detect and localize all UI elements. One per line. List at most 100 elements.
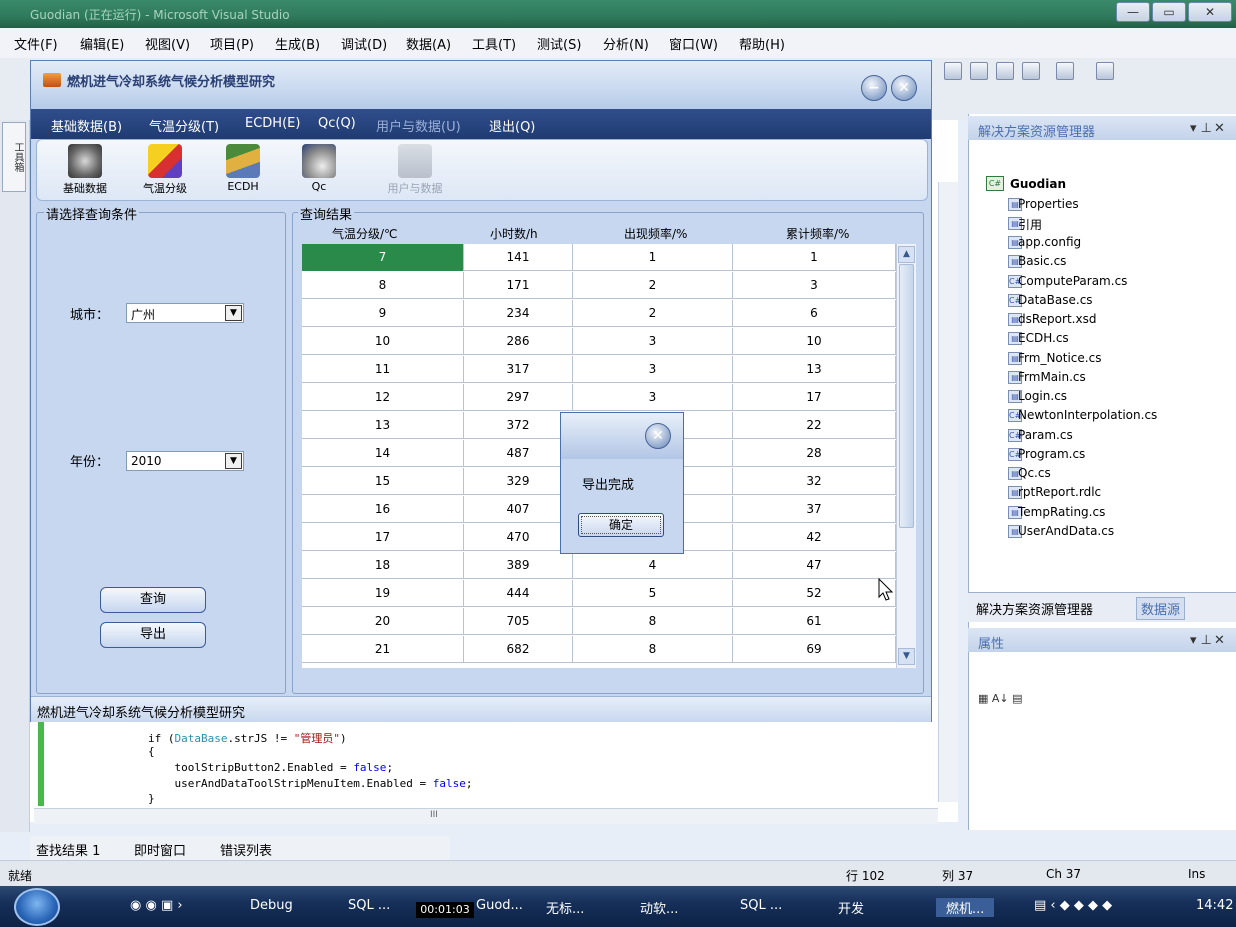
scroll-up-icon[interactable]: ▲ [898, 246, 915, 263]
tree-item[interactable]: app.config [1018, 235, 1081, 249]
table-cell[interactable]: 171 [464, 272, 573, 299]
tree-item[interactable]: FrmMain.cs [1018, 370, 1086, 384]
table-cell[interactable]: 15 [302, 468, 464, 495]
table-row[interactable]: 12 297 3 17 [302, 384, 896, 411]
tree-item[interactable]: Program.cs [1018, 447, 1085, 461]
table-cell[interactable]: 13 [302, 412, 464, 439]
table-cell[interactable]: 8 [573, 608, 733, 635]
tab-immediate[interactable]: 即时窗口 [134, 840, 186, 859]
tree-item[interactable]: UserAndData.cs [1018, 524, 1114, 538]
start-button[interactable] [14, 888, 60, 926]
menu-window[interactable]: 窗口(W) [669, 34, 718, 53]
year-select[interactable]: 2010 ▼ [126, 451, 244, 471]
table-cell[interactable]: 682 [464, 636, 573, 663]
menu-analyze[interactable]: 分析(N) [603, 34, 649, 53]
tool-basic-data[interactable]: 基础数据 [50, 142, 120, 200]
table-cell[interactable]: 407 [464, 496, 573, 523]
table-cell[interactable]: 487 [464, 440, 573, 467]
table-row[interactable]: 7 141 1 1 [302, 244, 896, 271]
export-button[interactable]: 导出 [100, 622, 206, 648]
table-row[interactable]: 20 705 8 61 [302, 608, 896, 635]
menu-edit[interactable]: 编辑(E) [80, 34, 124, 53]
col-frequency[interactable]: 出现频率/% [624, 225, 687, 242]
table-cell[interactable]: 28 [733, 440, 896, 467]
tool-temp-rating[interactable]: 气温分级 [130, 142, 200, 200]
table-cell[interactable]: 7 [302, 244, 464, 271]
table-cell[interactable]: 297 [464, 384, 573, 411]
table-cell[interactable]: 444 [464, 580, 573, 607]
dropdown-arrow-icon[interactable]: ▼ [225, 453, 242, 469]
menu-tools[interactable]: 工具(T) [472, 34, 516, 53]
editor-vertical-scrollbar[interactable] [938, 182, 958, 802]
tree-item[interactable]: Basic.cs [1018, 254, 1066, 268]
taskbar-item-active[interactable]: 燃机... [936, 898, 995, 917]
table-cell[interactable]: 10 [302, 328, 464, 355]
app-menu-basic-data[interactable]: 基础数据(B) [51, 116, 122, 135]
dialog-close-button[interactable]: ✕ [645, 423, 671, 449]
table-cell[interactable]: 3 [573, 328, 733, 355]
taskbar-item[interactable]: Debug [250, 898, 293, 913]
col-cumulative[interactable]: 累计频率/% [786, 225, 849, 242]
taskbar-item[interactable]: 无标... [546, 898, 584, 917]
tool-ecdh[interactable]: ECDH [208, 142, 278, 200]
toolbar-icon[interactable] [1056, 62, 1074, 80]
menu-file[interactable]: 文件(F) [14, 34, 58, 53]
table-cell[interactable]: 3 [573, 356, 733, 383]
table-cell[interactable]: 37 [733, 496, 896, 523]
table-cell[interactable]: 69 [733, 636, 896, 663]
taskbar-item[interactable]: 动软... [640, 898, 678, 917]
table-row[interactable]: 8 171 2 3 [302, 272, 896, 299]
taskbar-item[interactable]: Guod... [476, 898, 523, 913]
table-cell[interactable]: 42 [733, 524, 896, 551]
restore-button[interactable]: ▭ [1152, 2, 1186, 22]
table-cell[interactable]: 389 [464, 552, 573, 579]
app-menu-exit[interactable]: 退出(Q) [489, 116, 535, 135]
col-hours[interactable]: 小时数/h [490, 225, 538, 242]
tool-user-data[interactable]: 用户与数据 [380, 142, 450, 200]
tree-item[interactable]: ECDH.cs [1018, 331, 1069, 345]
table-cell[interactable]: 17 [302, 524, 464, 551]
table-cell[interactable]: 286 [464, 328, 573, 355]
table-cell[interactable]: 22 [733, 412, 896, 439]
table-cell[interactable]: 13 [733, 356, 896, 383]
table-cell[interactable]: 17 [733, 384, 896, 411]
pin-icon[interactable]: ▾ ⊥ [1190, 633, 1212, 648]
tree-item[interactable]: 引用 [1018, 216, 1042, 233]
minimize-button[interactable]: — [1116, 2, 1150, 22]
tree-item[interactable]: rptReport.rdlc [1018, 485, 1101, 499]
table-row[interactable]: 11 317 3 13 [302, 356, 896, 383]
table-cell[interactable]: 234 [464, 300, 573, 327]
ok-button[interactable]: 确定 [578, 513, 664, 537]
table-cell[interactable]: 12 [302, 384, 464, 411]
menu-build[interactable]: 生成(B) [275, 34, 320, 53]
app-menu-qc[interactable]: Qc(Q) [318, 116, 356, 131]
scroll-down-icon[interactable]: ▼ [898, 648, 915, 665]
table-cell[interactable]: 16 [302, 496, 464, 523]
menu-test[interactable]: 测试(S) [537, 34, 581, 53]
table-cell[interactable]: 5 [573, 580, 733, 607]
table-row[interactable]: 10 286 3 10 [302, 328, 896, 355]
tree-item[interactable]: dsReport.xsd [1018, 312, 1096, 326]
table-cell[interactable]: 372 [464, 412, 573, 439]
menu-project[interactable]: 项目(P) [210, 34, 254, 53]
scroll-thumb[interactable] [899, 264, 914, 528]
app-menu-ecdh[interactable]: ECDH(E) [245, 116, 300, 131]
close-button[interactable]: ✕ [1188, 2, 1232, 22]
table-cell[interactable]: 329 [464, 468, 573, 495]
quick-launch-icons[interactable]: ◉ ◉ ▣ › [130, 898, 183, 913]
tree-project[interactable]: Guodian [1010, 177, 1066, 191]
table-row[interactable]: 19 444 5 52 [302, 580, 896, 607]
dropdown-arrow-icon[interactable]: ▼ [225, 305, 242, 321]
city-select[interactable]: 广州 ▼ [126, 303, 244, 323]
table-cell[interactable]: 4 [573, 552, 733, 579]
table-cell[interactable]: 3 [573, 384, 733, 411]
tree-item[interactable]: DataBase.cs [1018, 293, 1093, 307]
table-cell[interactable]: 47 [733, 552, 896, 579]
table-cell[interactable]: 61 [733, 608, 896, 635]
editor-horizontal-scrollbar[interactable]: III [34, 808, 938, 824]
taskbar-item[interactable]: SQL ... [348, 898, 390, 913]
table-cell[interactable]: 10 [733, 328, 896, 355]
table-cell[interactable]: 1 [573, 244, 733, 271]
toolbar-icon[interactable] [970, 62, 988, 80]
tree-item[interactable]: Param.cs [1018, 428, 1073, 442]
